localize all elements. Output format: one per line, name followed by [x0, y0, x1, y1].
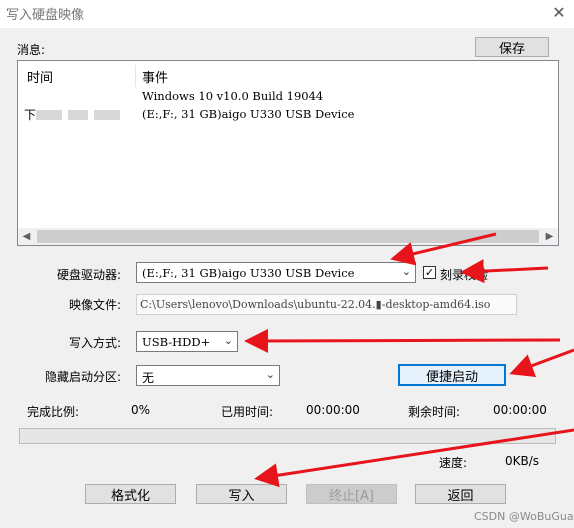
redacted-text — [68, 110, 88, 120]
column-header-event[interactable]: 事件 — [142, 67, 168, 86]
column-header-time[interactable]: 时间 — [27, 67, 53, 86]
write-mode-value: USB-HDD+ — [142, 335, 211, 349]
message-event: (E:,F:, 31 GB)aigo U330 USB Device — [142, 107, 355, 121]
list-item[interactable]: 下 (E:,F:, 31 GB)aigo U330 USB Device — [18, 105, 558, 123]
scrollbar-thumb[interactable] — [37, 230, 539, 243]
redacted-text — [94, 110, 120, 120]
save-button[interactable]: 保存 — [475, 37, 549, 57]
message-list[interactable]: 时间 事件 Windows 10 v10.0 Build 19044 下 (E:… — [17, 60, 559, 246]
messages-label: 消息: — [17, 43, 46, 57]
hidden-partition-select[interactable]: 无 ⌄ — [136, 365, 280, 386]
hidden-partition-value: 无 — [142, 371, 155, 385]
chevron-down-icon: ⌄ — [265, 368, 275, 381]
scroll-right-icon[interactable]: ▶ — [541, 228, 558, 245]
drive-select-value: (E:,F:, 31 GB)aigo U330 USB Device — [142, 266, 355, 280]
format-button[interactable]: 格式化 — [85, 484, 176, 504]
elapsed-value: 00:00:00 — [306, 403, 360, 417]
drive-select[interactable]: (E:,F:, 31 GB)aigo U330 USB Device ⌄ — [136, 262, 416, 283]
image-file-label: 映像文件: — [69, 298, 122, 312]
horizontal-scrollbar[interactable]: ◀ ▶ — [18, 228, 558, 245]
close-icon[interactable]: ✕ — [548, 2, 570, 24]
elapsed-label: 已用时间: — [221, 405, 274, 419]
image-file-field[interactable]: C:\Users\lenovo\Downloads\ubuntu-22.04.▮… — [136, 294, 517, 315]
column-divider — [135, 65, 136, 87]
remaining-value: 00:00:00 — [493, 403, 547, 417]
image-file-path: C:\Users\lenovo\Downloads\ubuntu-22.04.▮… — [140, 298, 491, 311]
verify-label: 刻录校验 — [440, 268, 489, 282]
stop-button[interactable]: 终止[A] — [306, 484, 397, 504]
list-item[interactable]: Windows 10 v10.0 Build 19044 — [18, 87, 558, 105]
quick-boot-button[interactable]: 便捷启动 — [398, 364, 506, 386]
write-button[interactable]: 写入 — [196, 484, 287, 504]
remaining-label: 剩余时间: — [408, 405, 461, 419]
chevron-down-icon: ⌄ — [223, 334, 233, 347]
redacted-text — [36, 110, 62, 120]
speed-label: 速度: — [439, 456, 468, 470]
write-mode-select[interactable]: USB-HDD+ ⌄ — [136, 331, 238, 352]
drive-label: 硬盘驱动器: — [57, 268, 122, 282]
title-bar: 写入硬盘映像 ✕ — [0, 0, 574, 28]
watermark: CSDN @WoBuGuaiguai — [474, 510, 574, 523]
speed-value: 0KB/s — [505, 454, 540, 468]
message-time: 下 — [24, 108, 37, 122]
chevron-down-icon: ⌄ — [401, 265, 411, 278]
complete-label: 完成比例: — [27, 405, 80, 419]
progress-bar — [19, 428, 556, 444]
message-event: Windows 10 v10.0 Build 19044 — [142, 89, 324, 103]
complete-value: 0% — [131, 403, 151, 417]
window-title: 写入硬盘映像 — [6, 8, 85, 23]
hidden-partition-label: 隐藏启动分区: — [45, 370, 122, 384]
write-mode-label: 写入方式: — [69, 336, 122, 350]
scroll-left-icon[interactable]: ◀ — [18, 228, 35, 245]
back-button[interactable]: 返回 — [415, 484, 506, 504]
verify-checkbox[interactable]: ✓ — [423, 266, 436, 279]
